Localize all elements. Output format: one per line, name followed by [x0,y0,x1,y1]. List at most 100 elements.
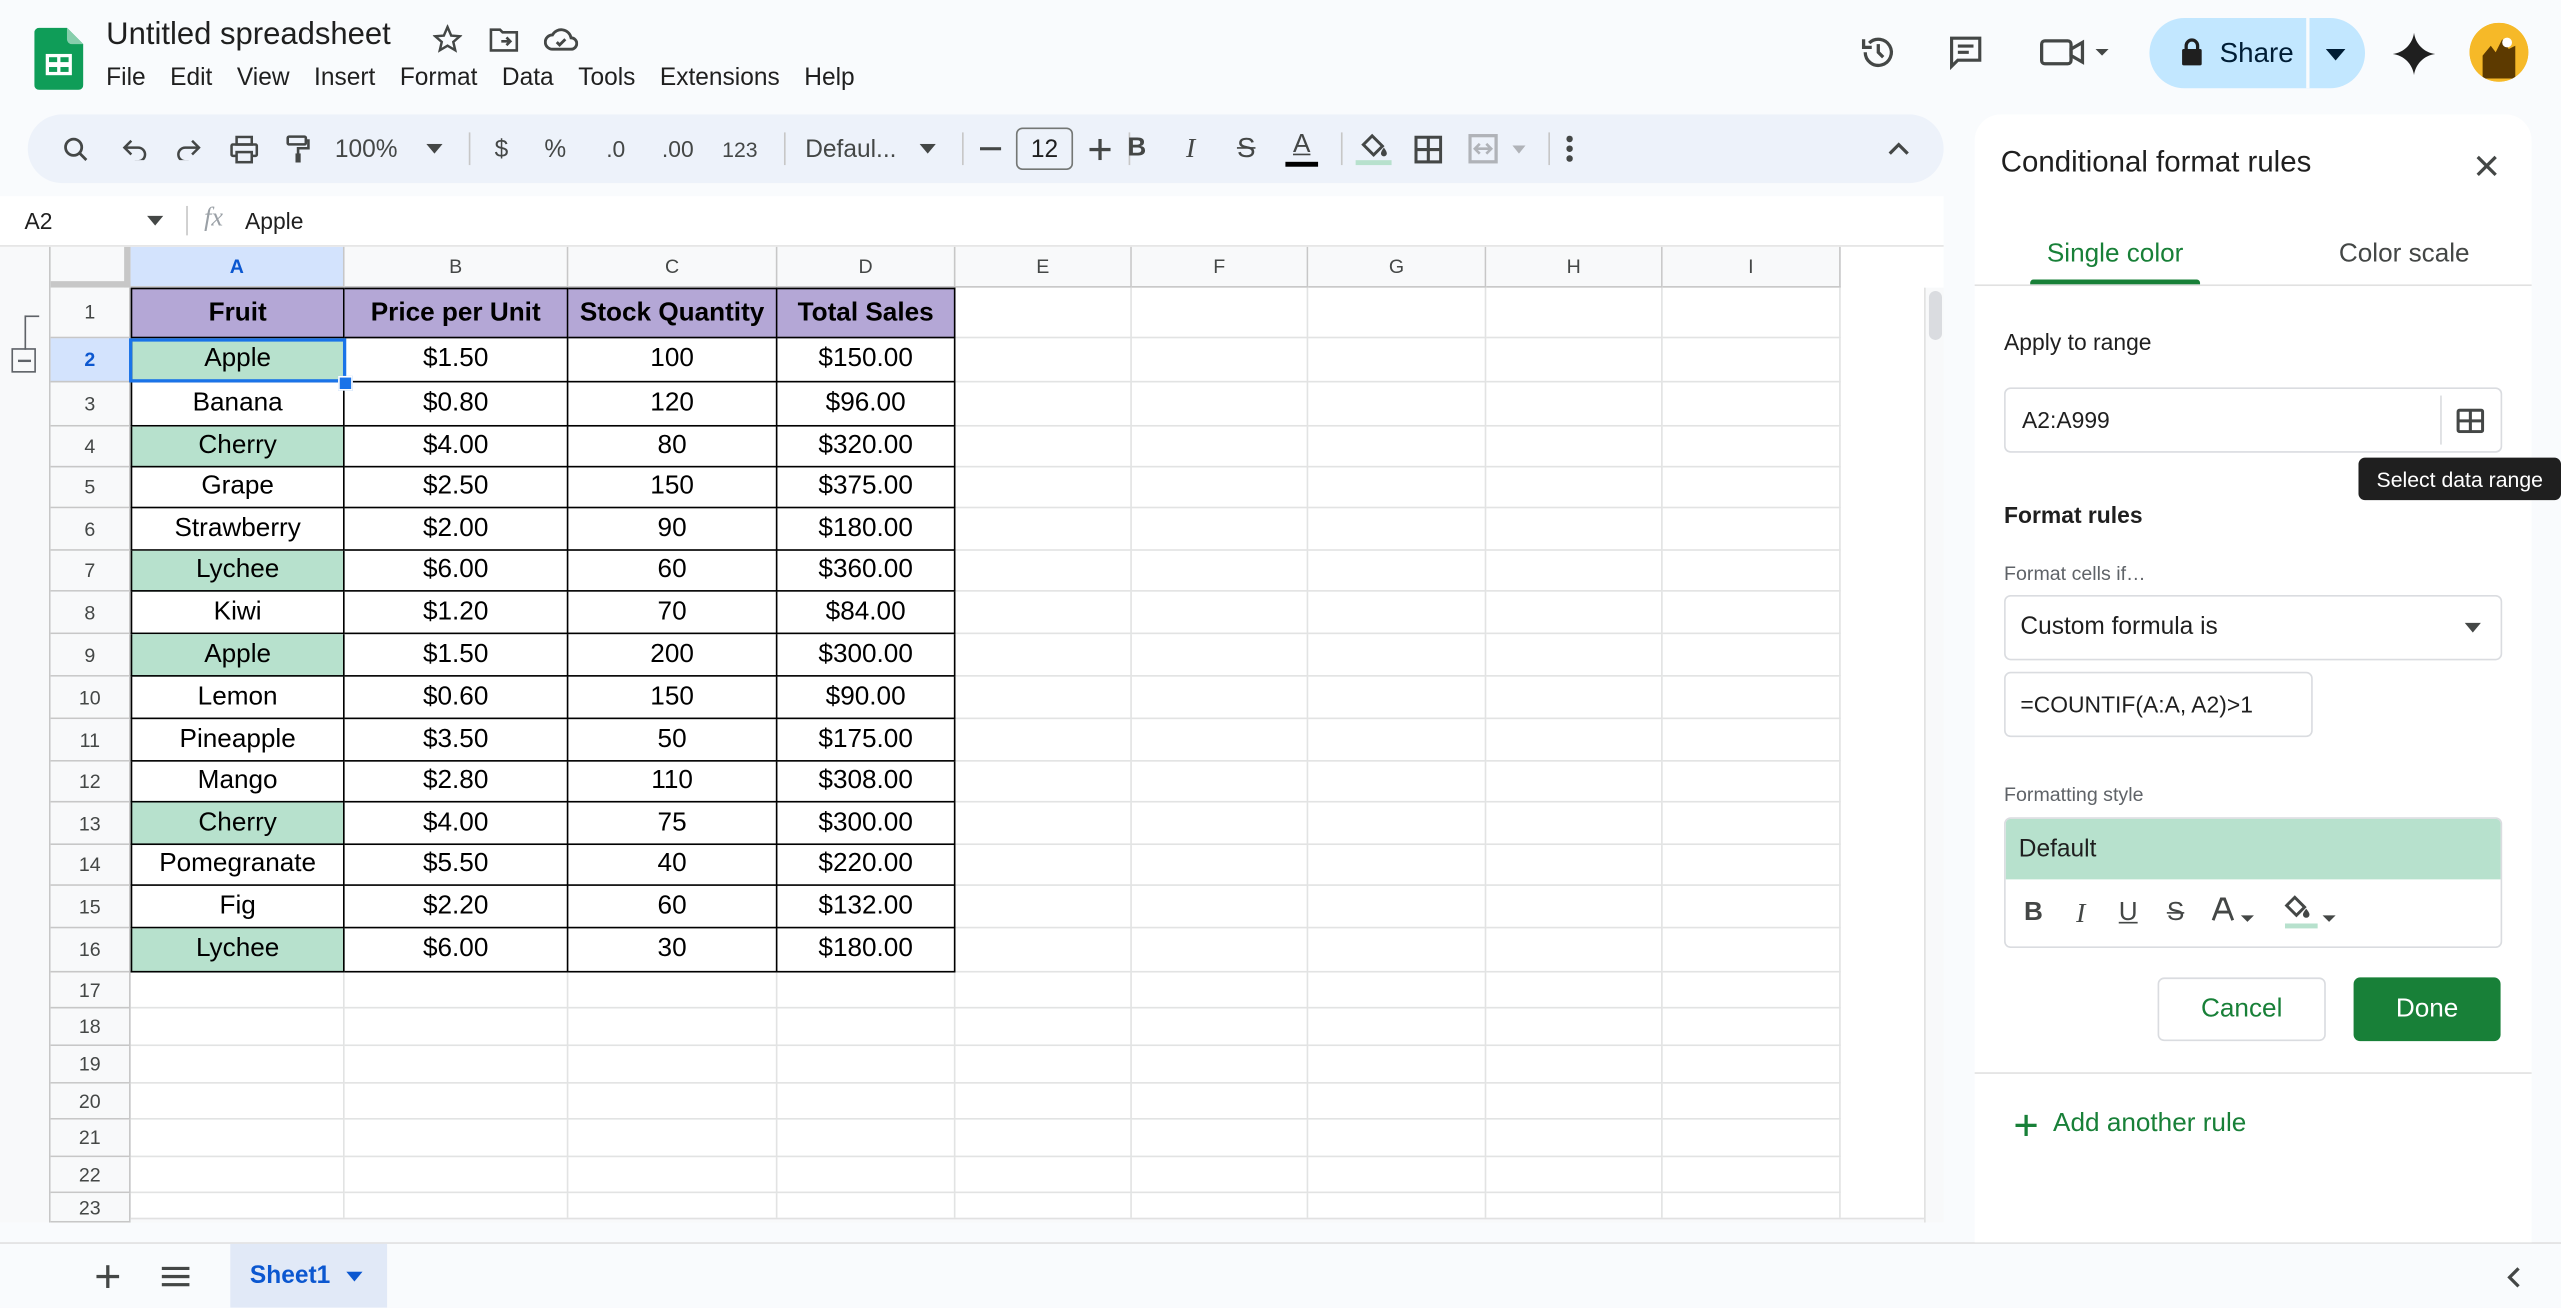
grid-cell[interactable] [1662,676,1841,720]
grid-cell[interactable] [1662,426,1841,468]
grid-cell[interactable] [1308,885,1487,929]
grid-cell[interactable]: Lemon [130,676,345,720]
row-header-7[interactable]: 7 [50,550,131,592]
grid-cell[interactable] [1131,802,1309,846]
grid-cell[interactable]: 50 [568,719,778,762]
grid-cell[interactable] [1486,1157,1663,1194]
grid-cell[interactable]: Pomegranate [130,845,345,886]
grid-cell[interactable] [1131,338,1309,383]
grid-cell[interactable] [1662,591,1841,635]
grid-cell[interactable]: 90 [568,508,778,551]
format-currency-button[interactable]: $ [480,114,522,183]
grid-cell[interactable] [1131,1157,1309,1194]
grid-cell[interactable]: $1.50 [344,338,569,383]
share-button[interactable]: Share [2149,17,2366,89]
grid-cell[interactable] [1131,845,1309,886]
grid-cell[interactable]: $3.50 [344,719,569,762]
grid-cell[interactable] [1662,802,1841,846]
grid-cell[interactable] [130,1083,345,1120]
increase-font-size-icon[interactable] [1081,114,1117,183]
grid-cell[interactable] [1131,508,1309,551]
grid-cell[interactable]: $5.50 [344,845,569,886]
grid-cell[interactable]: $2.80 [344,761,569,803]
decrease-font-size-icon[interactable] [972,114,1008,183]
header-cell[interactable]: Fruit [130,287,345,339]
grid-cell[interactable] [1308,676,1487,720]
grid-cell[interactable] [1662,634,1841,677]
grid-cell[interactable]: $132.00 [777,885,956,929]
grid-cell[interactable]: Lychee [130,550,345,592]
grid-cell[interactable]: 40 [568,845,778,886]
grid-cell[interactable] [1131,972,1309,1009]
grid-cell[interactable] [1308,761,1487,803]
redo-icon[interactable] [167,114,209,183]
grid-cell[interactable] [1662,885,1841,929]
grid-cell[interactable] [344,972,569,1009]
grid-cell[interactable] [955,591,1132,635]
grid-cell[interactable]: 120 [568,382,778,427]
grid-cell[interactable] [1131,719,1309,762]
grid-cell[interactable] [1662,508,1841,551]
grid-cell[interactable] [955,508,1132,551]
grid-cell[interactable] [1308,382,1487,427]
grid-cell[interactable] [1486,719,1663,762]
font-select[interactable]: Defaul... [805,114,942,183]
strikethrough-button[interactable]: S [1225,114,1267,183]
grid-cell[interactable] [1308,1008,1487,1047]
header-cell[interactable]: Stock Quantity [568,287,778,339]
grid-cell[interactable] [1486,845,1663,886]
grid-cell[interactable] [130,1008,345,1047]
select-data-range-icon[interactable] [2450,402,2489,438]
side-panel-toggle-icon[interactable] [2496,1259,2532,1295]
grid-cell[interactable] [955,928,1132,973]
undo-icon[interactable] [113,114,155,183]
grid-cell[interactable] [777,1083,956,1120]
row-header-15[interactable]: 15 [50,885,131,929]
grid-cell[interactable]: $0.80 [344,382,569,427]
column-header-f[interactable]: F [1131,246,1309,288]
grid-cell[interactable]: 150 [568,676,778,720]
menu-insert[interactable]: Insert [314,64,375,92]
font-size-input[interactable]: 12 [1015,127,1074,170]
grid-cell[interactable] [130,972,345,1009]
grid-cell[interactable]: $1.20 [344,591,569,635]
grid-cell[interactable] [1131,1008,1309,1047]
menu-tools[interactable]: Tools [578,64,635,92]
meet-icon[interactable] [2035,31,2117,73]
grid-cell[interactable] [1662,719,1841,762]
grid-cell[interactable] [1308,508,1487,551]
grid-cell[interactable] [1308,1046,1487,1084]
grid-cell[interactable]: $375.00 [777,467,956,509]
grid-cell[interactable] [1308,802,1487,846]
tab-color-scale[interactable]: Color scale [2314,222,2494,281]
grid-cell[interactable] [1662,845,1841,886]
style-text-color-button[interactable] [2205,891,2261,933]
cloud-status-icon[interactable] [541,21,580,57]
grid-cell[interactable] [1486,287,1663,339]
grid-cell[interactable] [1486,1046,1663,1084]
grid-cell[interactable] [955,719,1132,762]
collapse-group-icon[interactable] [11,348,36,373]
grid-cell[interactable] [1308,719,1487,762]
grid-cell[interactable]: $2.50 [344,467,569,509]
grid-cell[interactable]: $220.00 [777,845,956,886]
row-header-11[interactable]: 11 [50,719,131,762]
grid-cell[interactable]: Grape [130,467,345,509]
row-header-14[interactable]: 14 [50,845,131,886]
grid-cell[interactable] [1486,761,1663,803]
add-rule-button[interactable]: Add another rule [2015,1105,2246,1144]
vertical-scroll-thumb[interactable] [1928,290,1942,340]
grid-cell[interactable] [1308,338,1487,383]
grid-cell[interactable] [1308,928,1487,973]
grid-cell[interactable] [955,676,1132,720]
grid-cell[interactable]: $6.00 [344,550,569,592]
grid-cell[interactable] [955,634,1132,677]
grid-cell[interactable]: 30 [568,928,778,973]
grid-cell[interactable] [955,338,1132,383]
grid-cell[interactable] [1486,676,1663,720]
grid-cell[interactable]: $320.00 [777,426,956,468]
more-options-icon[interactable] [1550,114,1589,183]
row-header-18[interactable]: 18 [50,1008,131,1047]
paint-format-icon[interactable] [276,114,318,183]
row-header-19[interactable]: 19 [50,1046,131,1084]
